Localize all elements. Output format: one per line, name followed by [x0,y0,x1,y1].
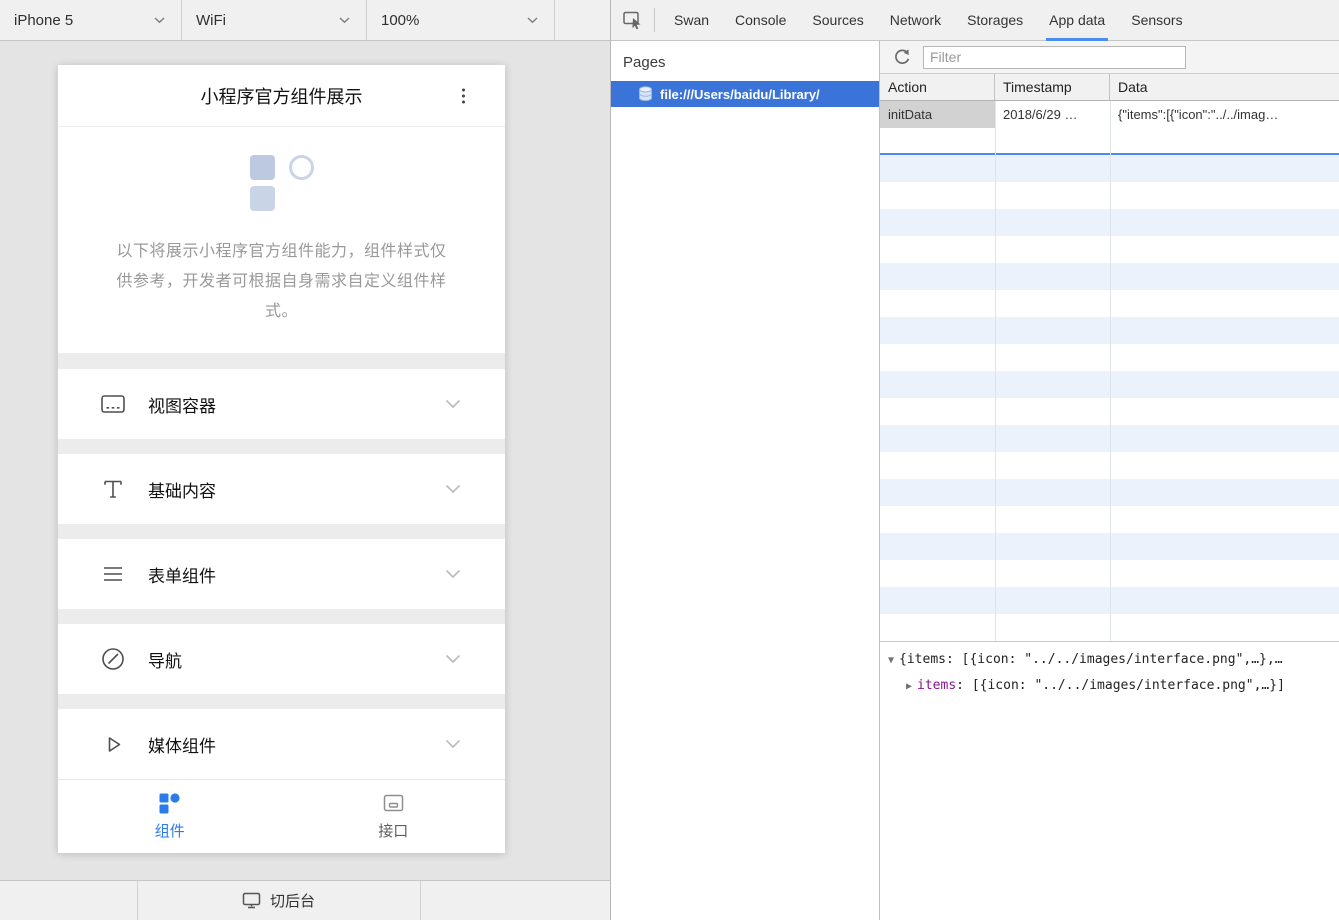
refresh-icon [893,48,911,66]
caret-collapsed-icon[interactable]: ▶ [906,681,912,692]
caret-expanded-icon[interactable]: ▼ [888,655,894,666]
device-select[interactable]: iPhone 5 [0,0,182,40]
section-spacer [58,439,505,454]
page-list-item-selected[interactable]: file:///Users/baidu/Library/ [611,81,879,107]
cell-data: {"items":[{"icon":"../../imag… [1110,101,1339,128]
chevron-down-icon [445,739,461,749]
tree-root-row[interactable]: ▼ {items: [{icon: "../../images/interface… [888,647,1331,673]
compass-icon [100,646,126,672]
tab-components-label: 组件 [155,820,185,841]
zoom-select[interactable]: 100% [367,0,555,40]
tree-child-row[interactable]: ▶ items: [{icon: "../../images/interface.… [888,673,1331,699]
section-spacer [58,609,505,624]
section-navigation[interactable]: 导航 [58,624,505,694]
cell-action[interactable]: initData [880,101,995,128]
intro-section: 以下将展示小程序官方组件能力，组件样式仅供参考，开发者可根据自身需求自定义组件样… [58,127,505,353]
page-url: file:///Users/baidu/Library/ [660,87,820,102]
chevron-down-icon [445,569,461,579]
section-basic-content[interactable]: 基础内容 [58,454,505,524]
database-icon [638,86,653,102]
view-container-icon [100,391,126,417]
data-preview-tree: ▼ {items: [{icon: "../../images/interface… [880,641,1339,704]
miniapp-title: 小程序官方组件展示 [201,83,363,109]
section-spacer [58,694,505,709]
data-panel-controls [880,41,1339,74]
inspect-cursor-icon [623,10,644,30]
api-icon [382,792,405,815]
zoom-select-value: 100% [381,12,419,29]
device-select-value: iPhone 5 [14,12,73,29]
inspect-element-button[interactable] [623,10,644,30]
tab-app-data[interactable]: App data [1036,0,1118,41]
devtools-tabbar: Swan Console Sources Network Storages Ap… [610,0,1339,41]
switch-background-label: 切后台 [270,890,315,911]
column-divider [1110,101,1111,641]
section-label: 表单组件 [148,562,216,587]
network-select[interactable]: WiFi [182,0,367,40]
refresh-button[interactable] [893,48,911,66]
form-icon [100,561,126,587]
simulator-screen: 小程序官方组件展示 以下将展示小程序官方组件能力，组件样式仅供参考，开发者可根据… [58,65,505,853]
section-spacer [58,524,505,539]
column-header-action[interactable]: Action [880,74,995,100]
tab-sensors[interactable]: Sensors [1118,0,1195,41]
column-header-data[interactable]: Data [1110,74,1339,100]
chevron-down-icon [445,484,461,494]
section-label: 导航 [148,647,182,672]
chevron-down-icon [154,17,165,24]
section-media-components[interactable]: 媒体组件 [58,709,505,779]
column-header-timestamp[interactable]: Timestamp [995,74,1110,100]
toolbar-divider [654,8,655,32]
pages-panel: Pages file:///Users/baidu/Library/ [610,41,880,920]
components-icon [158,792,181,815]
more-menu-icon[interactable] [458,84,469,107]
monitor-icon [242,892,261,909]
tab-storages[interactable]: Storages [954,0,1036,41]
section-form-components[interactable]: 表单组件 [58,539,505,609]
components-logo-icon [250,155,314,211]
section-label: 媒体组件 [148,732,216,757]
simulator-bottom-bar: 切后台 [0,880,610,920]
divider [420,881,421,920]
tree-key: items [917,678,956,693]
chevron-down-icon [445,654,461,664]
network-select-value: WiFi [196,12,226,29]
media-play-icon [100,731,126,757]
simulator-toolbar: iPhone 5 WiFi 100% [0,0,610,41]
chevron-down-icon [445,399,461,409]
tab-network[interactable]: Network [877,0,954,41]
filter-input[interactable] [923,46,1186,69]
tab-api[interactable]: 接口 [282,780,506,853]
column-divider [995,101,996,641]
app-data-panel: Action Timestamp Data initData 2018/6/29… [880,41,1339,920]
pages-panel-title: Pages [611,41,879,81]
chevron-down-icon [339,17,350,24]
chevron-down-icon [527,17,538,24]
miniapp-header: 小程序官方组件展示 [58,65,505,127]
section-spacer [58,353,505,369]
tree-value: : [{icon: "../../images/interface.png",…… [956,678,1285,693]
tab-api-label: 接口 [378,820,408,841]
tab-console[interactable]: Console [722,0,799,41]
tab-sources[interactable]: Sources [799,0,876,41]
miniapp-tabbar: 组件 接口 [58,779,505,853]
tab-swan[interactable]: Swan [661,0,722,41]
data-table-body: initData 2018/6/29 … {"items":[{"icon":"… [880,101,1339,641]
section-label: 视图容器 [148,392,216,417]
tab-components[interactable]: 组件 [58,780,282,853]
section-view-container[interactable]: 视图容器 [58,369,505,439]
data-table-header: Action Timestamp Data [880,74,1339,101]
section-label: 基础内容 [148,477,216,502]
intro-description: 以下将展示小程序官方组件能力，组件样式仅供参考，开发者可根据自身需求自定义组件样… [115,237,449,327]
tree-root-text: {items: [{icon: "../../images/interface.… [899,652,1283,667]
switch-background-button[interactable]: 切后台 [137,881,420,920]
cell-timestamp: 2018/6/29 … [995,101,1110,128]
text-icon [100,476,126,502]
